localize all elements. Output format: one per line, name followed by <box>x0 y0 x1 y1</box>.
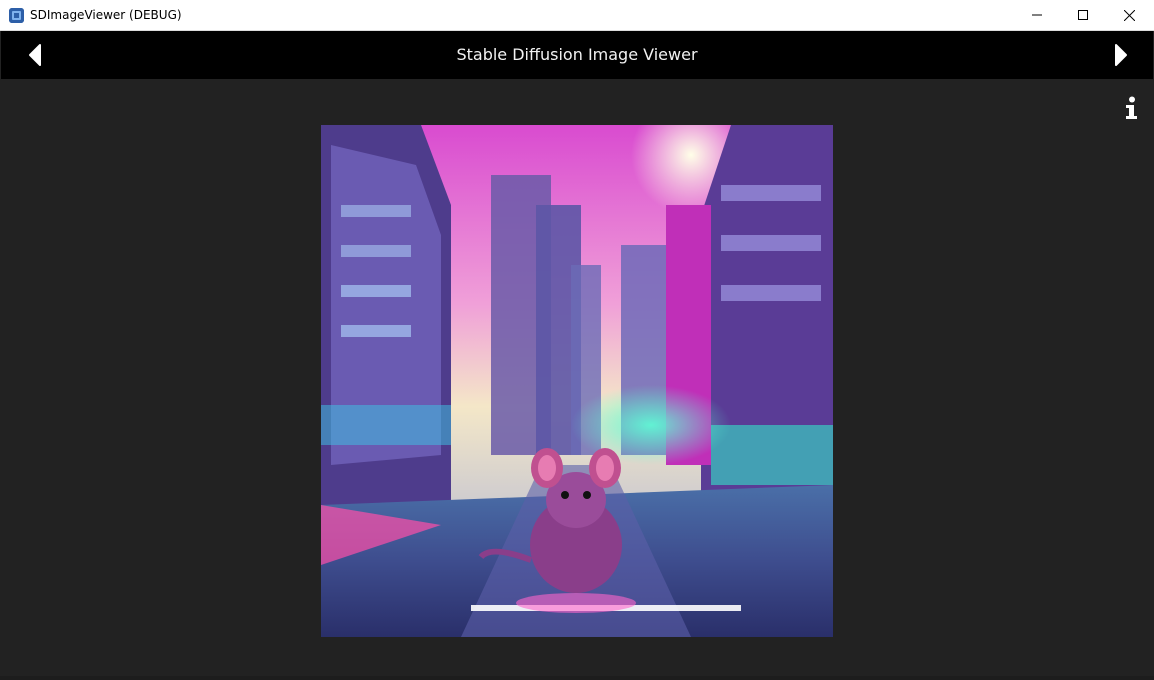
window-title: SDImageViewer (DEBUG) <box>30 8 182 22</box>
minimize-button[interactable] <box>1014 0 1060 30</box>
window-titlebar[interactable]: SDImageViewer (DEBUG) <box>0 0 1154 31</box>
chevron-right-icon <box>1115 44 1127 66</box>
generated-image <box>321 125 833 637</box>
next-image-button[interactable] <box>1113 43 1129 67</box>
close-button[interactable] <box>1106 0 1152 30</box>
bottom-edge <box>0 676 1154 680</box>
info-icon <box>1126 96 1137 119</box>
app-icon <box>9 8 24 23</box>
info-button[interactable] <box>1123 96 1140 120</box>
page-title: Stable Diffusion Image Viewer <box>456 45 698 64</box>
app-header: Stable Diffusion Image Viewer <box>1 31 1153 79</box>
maximize-icon <box>1078 10 1088 20</box>
maximize-button[interactable] <box>1060 0 1106 30</box>
close-icon <box>1123 9 1135 21</box>
minimize-icon <box>1032 14 1042 16</box>
